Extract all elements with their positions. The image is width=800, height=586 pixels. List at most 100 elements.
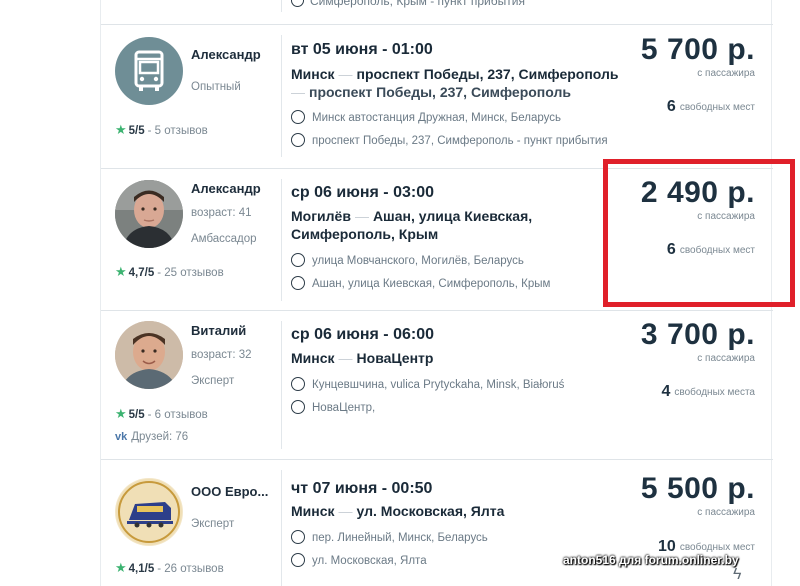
driver-name[interactable]: Александр [191,181,261,196]
avatar [115,478,183,546]
driver-name[interactable]: Виталий [191,323,246,338]
divider [281,179,282,301]
stop-departure: пер. Линейный, Минск, Беларусь [291,530,488,544]
stop-circle-icon [291,253,305,267]
driver-rating: ★ 5/5- 5 отзывов [115,122,208,138]
star-icon: ★ [115,264,127,279]
driver-name[interactable]: Александр [191,47,261,62]
divider [281,35,282,157]
stop-arrival: ул. Московская, Ялта [291,553,427,567]
trip-price: 5 700 р. [640,33,755,66]
driver-name[interactable]: ООО Евро... [191,484,268,499]
stop-arrival: проспект Победы, 237, Симферополь - пунк… [291,133,608,147]
rating-value: 4,1/5 [128,563,155,575]
rating-value: 4,7/5 [128,267,155,279]
review-count[interactable]: - 25 отзывов [157,267,223,279]
driver-status: Эксперт [191,518,235,530]
route-arrow-icon: — [338,350,353,366]
vk-icon: vk [115,431,128,443]
vk-friends[interactable]: vk Друзей: 76 [115,431,188,443]
stop-circle-icon [291,0,304,7]
route-to: ул. Московская, Ялта [356,503,505,519]
stop-text: Ашан, улица Киевская, Симферополь, Крым [312,278,551,290]
route-from: Минск [291,503,335,519]
route-to: проспект Победы, 237, Симферополь [356,66,619,82]
trip-route[interactable]: Минск — ул. Московская, Ялта [291,502,504,520]
man-photo [115,321,183,389]
rating-value: 5/5 [128,125,145,137]
seats-label: свободных места [674,387,755,398]
driver-rating: ★ 5/5- 6 отзывов [115,406,208,422]
divider [281,0,282,12]
avatar [115,37,183,105]
route-arrow-icon: — [354,208,369,224]
avatar [115,321,183,389]
stop-circle-icon [291,276,305,290]
price-per-passenger: с пассажира [697,68,755,79]
stop-text: улица Мовчанского, Могилёв, Беларусь [312,255,524,267]
driver-rating: ★ 4,7/5- 25 отзывов [115,264,224,280]
trip-route[interactable]: Минск — проспект Победы, 237, Симферополь [291,65,619,83]
stop-circle-icon [291,377,305,391]
price-per-passenger: с пассажира [697,353,755,364]
divider [281,321,282,449]
stop-circle-icon [291,110,305,124]
trip-date: ср 06 июня - 06:00 [291,326,434,343]
star-icon: ★ [115,406,127,421]
trip-card[interactable]: ООО Евро... Эксперт ★ 4,1/5- 26 отзывов ч… [101,460,773,586]
route-from: Минск [291,66,335,82]
route-from: Могилёв [291,208,351,224]
driver-age: возраст: 41 [191,207,252,219]
driver-status: Эксперт [191,375,235,387]
stop-departure: Кунцевшчина, vulica Prytyckaha, Minsk, B… [291,377,564,391]
driver-status: Опытный [191,81,241,93]
stop-arrival: Ашан, улица Киевская, Симферополь, Крым [291,276,550,290]
stop-text: Кунцевшчина, vulica Prytyckaha, Minsk, B… [312,379,565,391]
trip-route-destination: Симферополь, Крым [291,225,438,243]
stop-departure: Минск автостанция Дружная, Минск, Белару… [291,110,561,124]
driver-rating: ★ 4,1/5- 26 отзывов [115,560,224,576]
stop-arrival: НоваЦентр, [291,400,375,414]
trip-route[interactable]: Могилёв — Ашан, улица Киевская, [291,207,532,225]
stop-text: Симферополь, Крым - пункт прибытия [310,0,525,8]
review-count[interactable]: - 6 отзывов [148,409,208,421]
stop-circle-icon [291,553,305,567]
previous-trip-stop: Симферополь, Крым - пункт прибытия [291,0,525,8]
avatar [115,180,183,248]
seats-count: 4 [661,383,671,400]
route-from: Минск [291,350,335,366]
seats-count: 6 [666,98,676,115]
driver-age: возраст: 32 [191,349,252,361]
trip-price: 5 500 р. [640,472,755,505]
stop-circle-icon [291,530,305,544]
seats-label: свободных мест [679,542,755,553]
seats-label: свободных мест [679,102,755,113]
stop-text: проспект Победы, 237, Симферополь - пунк… [312,135,608,147]
trip-route-destination: — проспект Победы, 237, Симферополь [291,83,571,101]
friends-count: Друзей: 76 [131,431,189,443]
trip-card[interactable]: Виталий возраст: 32 Эксперт ★ 5/5- 6 отзы… [101,311,773,459]
rating-value: 5/5 [128,409,145,421]
stop-text: пер. Линейный, Минск, Беларусь [312,532,488,544]
price-highlight-box [603,159,795,307]
star-icon: ★ [115,560,127,575]
forum-watermark: anton516 для forum.onliner.by [563,553,739,567]
route-to: Ашан, улица Киевская, [372,208,533,224]
stop-text: ул. Московская, Ялта [312,555,427,567]
trip-card[interactable]: Александр Опытный ★ 5/5- 5 отзывов вт 05 … [101,25,773,168]
route-destination: Симферополь, Крым [291,226,439,242]
route-arrow-icon: — [291,84,305,100]
trip-route[interactable]: Минск — НоваЦентр [291,349,433,367]
stop-circle-icon [291,400,305,414]
review-count[interactable]: - 5 отзывов [148,125,208,137]
route-arrow-icon: — [338,503,353,519]
bus-icon [134,50,164,91]
trip-date: чт 07 июня - 00:50 [291,480,433,497]
man-photo [115,180,183,248]
route-to: НоваЦентр [356,350,434,366]
stop-departure: улица Мовчанского, Могилёв, Беларусь [291,253,524,267]
stop-circle-icon [291,133,305,147]
review-count[interactable]: - 26 отзывов [157,563,223,575]
trip-date: ср 06 июня - 03:00 [291,184,434,201]
stop-text: НоваЦентр, [312,402,376,414]
